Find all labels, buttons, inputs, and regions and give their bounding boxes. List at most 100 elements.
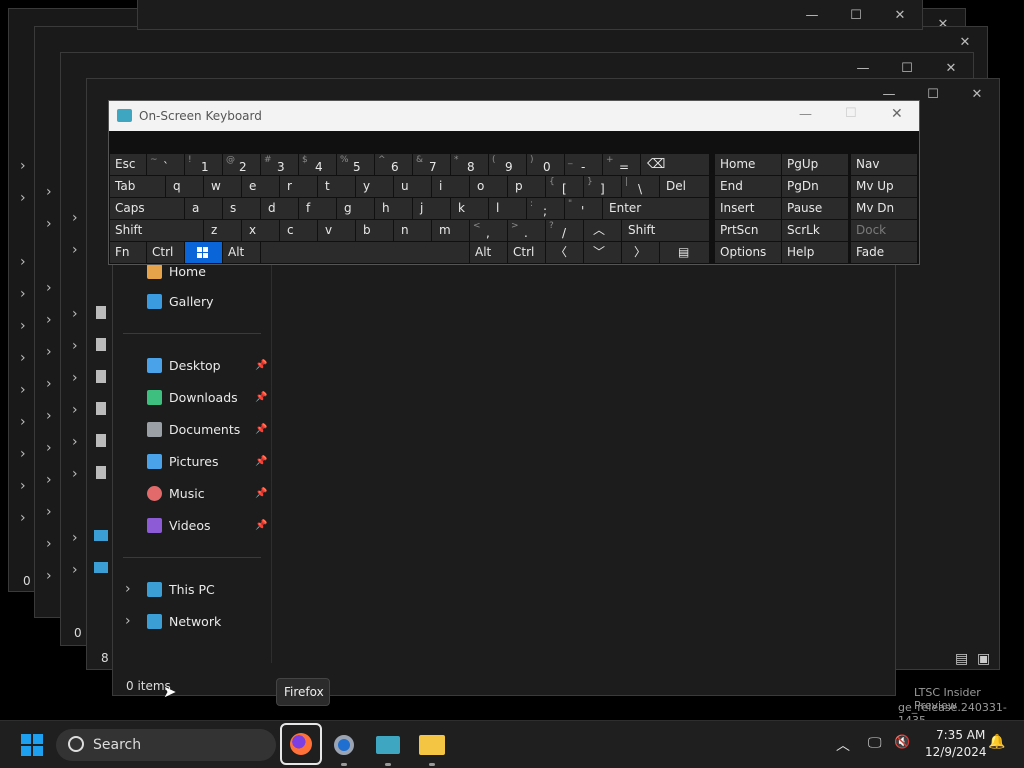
network-status-icon[interactable]: 🖵 bbox=[868, 735, 882, 751]
sidebar-item-gallery[interactable]: Gallery bbox=[147, 293, 214, 309]
key-alt-right[interactable]: Alt bbox=[470, 242, 507, 263]
chevron-right-icon[interactable]: › bbox=[46, 408, 52, 424]
key-dock[interactable]: Dock bbox=[851, 220, 917, 241]
chevron-right-icon[interactable]: › bbox=[20, 350, 26, 366]
key-5[interactable]: % 5 bbox=[337, 154, 374, 175]
key-mv-dn[interactable]: Mv Dn bbox=[851, 198, 917, 219]
key-ctrl-left[interactable]: Ctrl bbox=[147, 242, 184, 263]
key-minus[interactable]: _ - bbox=[565, 154, 602, 175]
sidebar-item-downloads[interactable]: Downloads bbox=[147, 389, 238, 405]
key-7[interactable]: & 7 bbox=[413, 154, 450, 175]
key-z[interactable]: z bbox=[204, 220, 241, 241]
key-pgup[interactable]: PgUp bbox=[782, 154, 848, 175]
key-backtick[interactable]: ~ ` bbox=[147, 154, 184, 175]
key-space[interactable] bbox=[261, 242, 469, 263]
chevron-right-icon[interactable]: › bbox=[72, 242, 78, 258]
key-prtscn[interactable]: PrtScn bbox=[715, 220, 781, 241]
key-9[interactable]: (9 bbox=[489, 154, 526, 175]
chevron-right-icon[interactable]: › bbox=[72, 466, 78, 482]
key-scrlk[interactable]: ScrLk bbox=[782, 220, 848, 241]
key-r[interactable]: r bbox=[280, 176, 317, 197]
sidebar-item-home[interactable]: Home bbox=[147, 263, 206, 279]
chevron-right-icon[interactable]: › bbox=[46, 216, 52, 232]
chevron-right-icon[interactable]: › bbox=[72, 562, 78, 578]
key-mv-up[interactable]: Mv Up bbox=[851, 176, 917, 197]
chevron-right-icon[interactable]: › bbox=[72, 338, 78, 354]
key-ctrl-right[interactable]: Ctrl bbox=[508, 242, 545, 263]
key-8[interactable]: * 8 bbox=[451, 154, 488, 175]
minimize-icon[interactable]: — bbox=[790, 0, 834, 30]
key-home[interactable]: Home bbox=[715, 154, 781, 175]
chevron-right-icon[interactable]: › bbox=[20, 510, 26, 526]
key-slash[interactable]: ? / bbox=[546, 220, 583, 241]
key-shift-right[interactable]: Shift bbox=[622, 220, 709, 241]
key-period[interactable]: >. bbox=[508, 220, 545, 241]
clock-time[interactable]: 7:35 AM bbox=[936, 728, 985, 742]
chevron-right-icon[interactable]: › bbox=[46, 504, 52, 520]
chevron-right-icon[interactable]: › bbox=[46, 568, 52, 584]
key-k[interactable]: k bbox=[451, 198, 488, 219]
key-help[interactable]: Help bbox=[782, 242, 848, 263]
chevron-right-icon[interactable]: › bbox=[20, 382, 26, 398]
chevron-right-icon[interactable]: › bbox=[72, 210, 78, 226]
key-alt-left[interactable]: Alt bbox=[223, 242, 260, 263]
pin-icon[interactable]: 📌 bbox=[255, 520, 267, 531]
chevron-right-icon[interactable]: › bbox=[46, 344, 52, 360]
sidebar-item-documents[interactable]: Documents bbox=[147, 421, 240, 437]
key-s[interactable]: s bbox=[223, 198, 260, 219]
key-n[interactable]: n bbox=[394, 220, 431, 241]
chevron-right-icon[interactable]: › bbox=[20, 158, 26, 174]
sidebar-item-music[interactable]: Music bbox=[147, 485, 205, 501]
key-2[interactable]: @2 bbox=[223, 154, 260, 175]
chevron-right-icon[interactable]: › bbox=[72, 306, 78, 322]
key-menu[interactable]: ▤ bbox=[660, 242, 709, 263]
chevron-right-icon[interactable]: › bbox=[20, 446, 26, 462]
key-insert[interactable]: Insert bbox=[715, 198, 781, 219]
taskbar-firefox[interactable] bbox=[280, 723, 322, 765]
key-esc[interactable]: Esc bbox=[110, 154, 146, 175]
key-l[interactable]: l bbox=[489, 198, 526, 219]
minimize-icon[interactable]: — bbox=[799, 107, 812, 122]
sidebar-item-videos[interactable]: Videos bbox=[147, 517, 211, 533]
start-button[interactable] bbox=[12, 725, 52, 765]
key-h[interactable]: h bbox=[375, 198, 412, 219]
chevron-right-icon[interactable]: › bbox=[125, 613, 131, 629]
key-backslash[interactable]: | \ bbox=[622, 176, 659, 197]
taskbar-file-explorer[interactable] bbox=[412, 725, 452, 765]
key-i[interactable]: i bbox=[432, 176, 469, 197]
key-e[interactable]: e bbox=[242, 176, 279, 197]
chevron-right-icon[interactable]: › bbox=[72, 402, 78, 418]
key-semicolon[interactable]: :; bbox=[527, 198, 564, 219]
key-del[interactable]: Del bbox=[660, 176, 709, 197]
key-nav[interactable]: Nav bbox=[851, 154, 917, 175]
key-down[interactable]: ﹀ bbox=[584, 242, 621, 263]
key-0[interactable]: ) 0 bbox=[527, 154, 564, 175]
key-tab[interactable]: Tab bbox=[110, 176, 165, 197]
chevron-right-icon[interactable]: › bbox=[72, 530, 78, 546]
pin-icon[interactable]: 📌 bbox=[255, 456, 267, 467]
key-m[interactable]: m bbox=[432, 220, 469, 241]
key-p[interactable]: p bbox=[508, 176, 545, 197]
chevron-right-icon[interactable]: › bbox=[20, 414, 26, 430]
chevron-up-icon[interactable]: ︿ bbox=[836, 735, 850, 755]
clock-date[interactable]: 12/9/2024 bbox=[925, 745, 987, 759]
chevron-right-icon[interactable]: › bbox=[46, 184, 52, 200]
chevron-right-icon[interactable]: › bbox=[46, 440, 52, 456]
notification-bell-icon[interactable]: 🔔 bbox=[988, 734, 1005, 750]
key-pgdn[interactable]: PgDn bbox=[782, 176, 848, 197]
key-b[interactable]: b bbox=[356, 220, 393, 241]
key-right-bracket[interactable]: }] bbox=[584, 176, 621, 197]
chevron-right-icon[interactable]: › bbox=[46, 280, 52, 296]
key-windows[interactable] bbox=[185, 242, 222, 263]
sidebar-item-this-pc[interactable]: This PC bbox=[147, 581, 215, 597]
chevron-right-icon[interactable]: › bbox=[72, 370, 78, 386]
key-enter[interactable]: Enter bbox=[603, 198, 709, 219]
pin-icon[interactable]: 📌 bbox=[255, 360, 267, 371]
key-d[interactable]: d bbox=[261, 198, 298, 219]
key-6[interactable]: ^ 6 bbox=[375, 154, 412, 175]
key-a[interactable]: a bbox=[185, 198, 222, 219]
key-fn[interactable]: Fn bbox=[110, 242, 146, 263]
key-shift-left[interactable]: Shift bbox=[110, 220, 203, 241]
key-right[interactable]: 〉 bbox=[622, 242, 659, 263]
key-o[interactable]: o bbox=[470, 176, 507, 197]
